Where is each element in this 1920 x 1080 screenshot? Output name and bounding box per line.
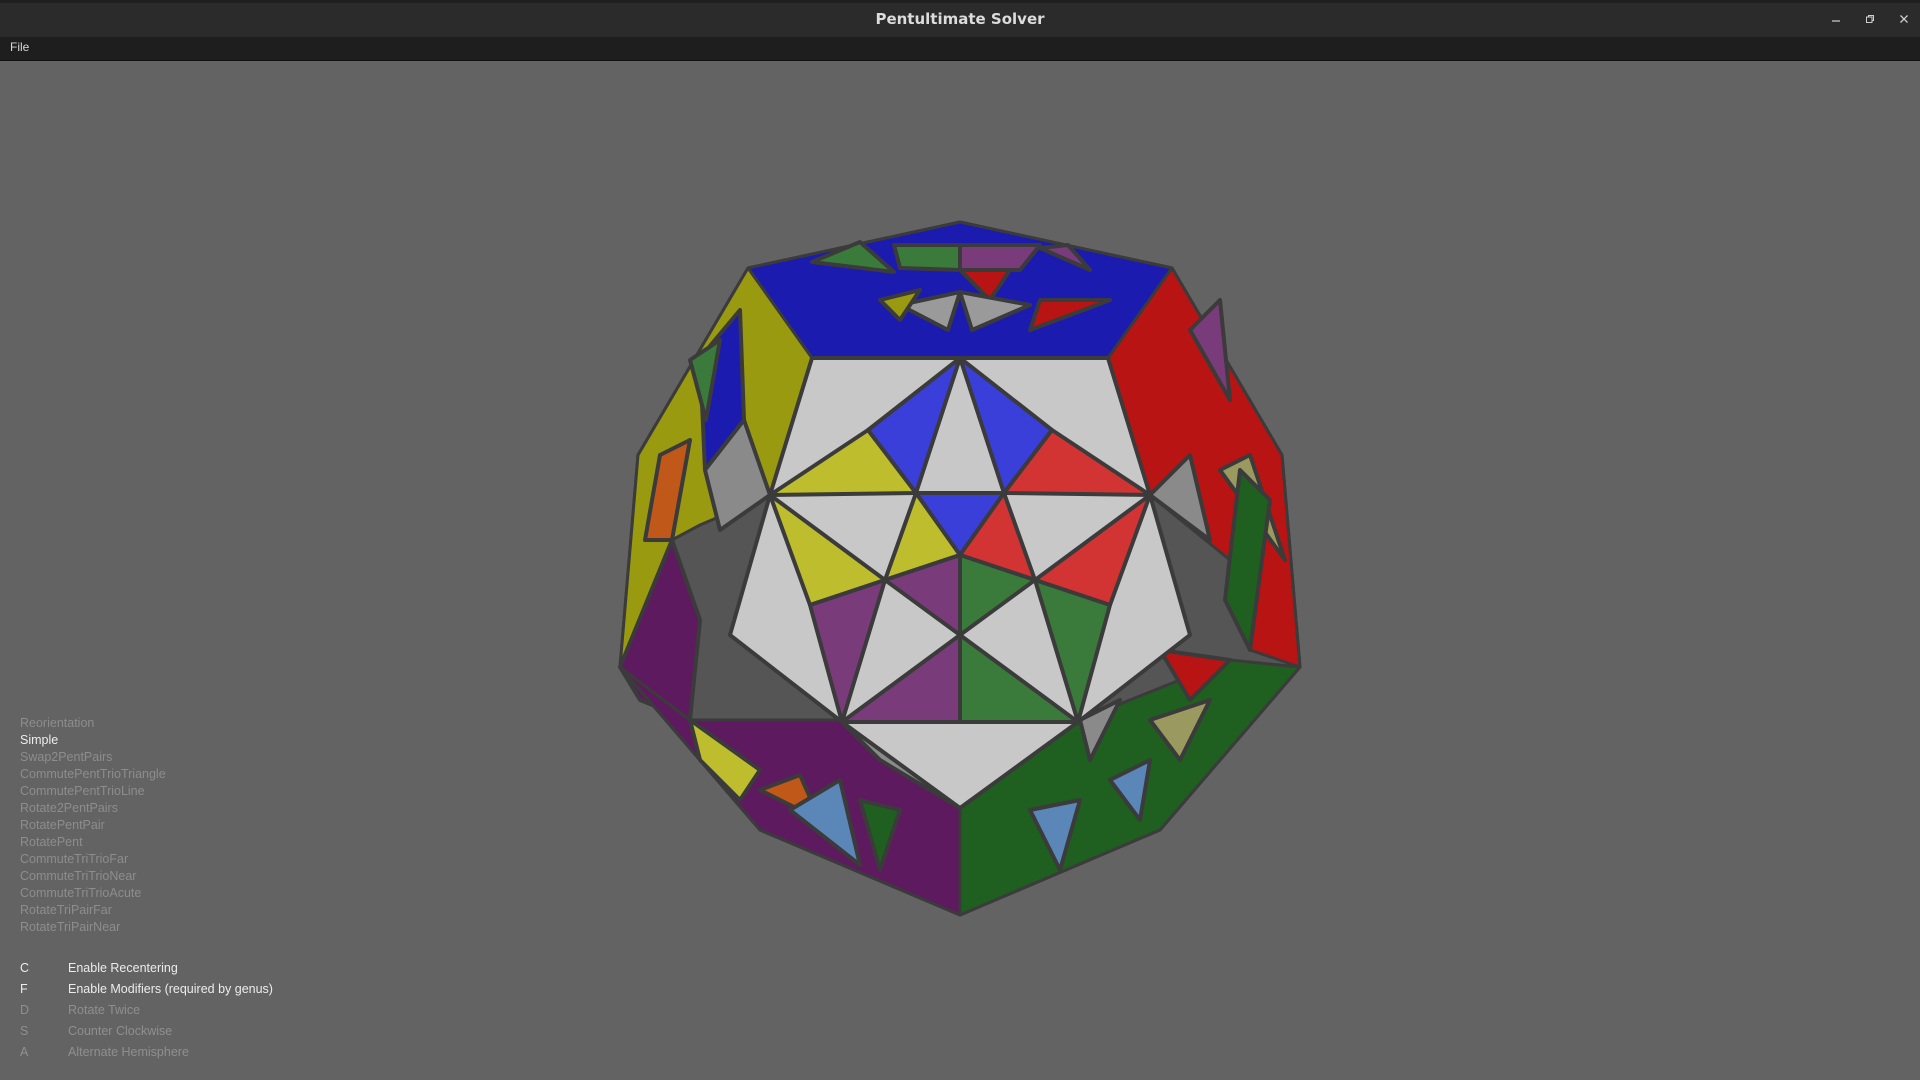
pentultimate-puzzle[interactable] [600,200,1320,940]
shortcut-row[interactable]: A Alternate Hemisphere [20,1042,273,1063]
close-icon[interactable] [1894,9,1914,29]
minimize-icon[interactable] [1826,9,1846,29]
algorithm-item[interactable]: RotateTriPairFar [20,902,166,919]
algorithm-item[interactable]: CommuteTriTrioAcute [20,885,166,902]
shortcut-key: C [20,961,30,975]
shortcut-row[interactable]: F Enable Modifiers (required by genus) [20,979,273,1000]
menu-file[interactable]: File [10,40,29,54]
shortcut-row[interactable]: S Counter Clockwise [20,1021,273,1042]
shortcut-key: A [20,1045,29,1059]
algorithm-item[interactable]: Simple [20,732,166,749]
restore-icon[interactable] [1860,9,1880,29]
algorithm-item[interactable]: CommutePentTrioTriangle [20,766,166,783]
menu-bar: File [0,37,1920,61]
algorithm-item[interactable]: RotatePentPair [20,817,166,834]
algorithm-item[interactable]: Swap2PentPairs [20,749,166,766]
shortcut-label: Counter Clockwise [68,1024,173,1038]
shortcut-label: Rotate Twice [68,1003,141,1017]
algorithm-item[interactable]: Rotate2PentPairs [20,800,166,817]
shortcut-row[interactable]: C Enable Recentering [20,958,273,979]
shortcut-list: C Enable Recentering F Enable Modifiers (re… [20,958,273,1063]
algorithm-item[interactable]: RotateTriPairNear [20,919,166,936]
algorithm-item[interactable]: CommutePentTrioLine [20,783,166,800]
title-bar: Pentultimate Solver [0,0,1920,37]
top-sticker [892,243,962,272]
algorithm-item[interactable]: CommuteTriTrioNear [20,868,166,885]
algorithm-item[interactable]: RotatePent [20,834,166,851]
shortcut-key: D [20,1003,30,1017]
algorithm-item[interactable]: CommuteTriTrioFar [20,851,166,868]
algorithm-list: Reorientation Simple Swap2PentPairs Commute… [20,715,166,936]
shortcut-row[interactable]: D Rotate Twice [20,1000,273,1021]
shortcut-label: Enable Recentering [68,961,178,975]
algorithm-item[interactable]: Reorientation [20,715,166,732]
shortcut-label: Enable Modifiers (required by genus) [68,982,273,996]
window-title: Pentultimate Solver [875,10,1045,28]
shortcut-key: S [20,1024,29,1038]
shortcut-label: Alternate Hemisphere [68,1045,189,1059]
shortcut-key: F [20,982,28,996]
window-controls [1826,9,1914,29]
